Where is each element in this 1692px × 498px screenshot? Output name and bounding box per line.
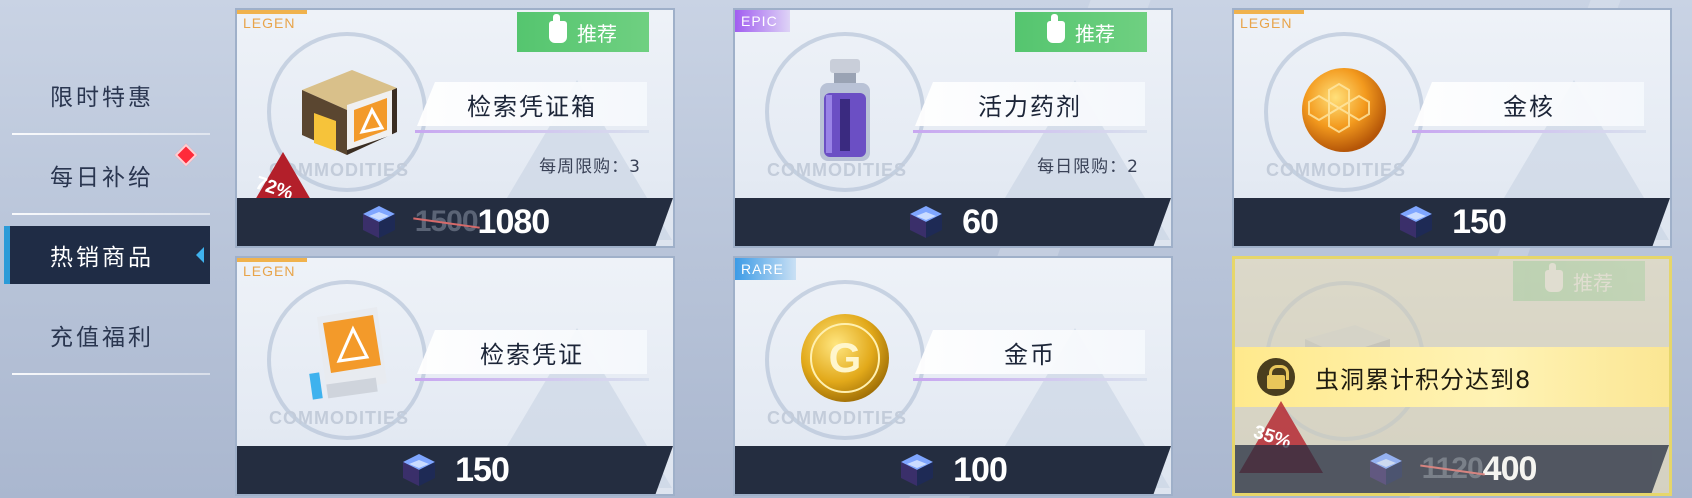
sidebar-item-daily-supply[interactable]: 每日补给 — [0, 135, 210, 215]
price: 150 — [1452, 202, 1507, 241]
buy-button[interactable]: 1120 400 — [1235, 445, 1669, 493]
potion-vial-icon — [785, 50, 905, 170]
search-voucher-icon — [287, 298, 407, 418]
gold-coin-icon: G — [785, 298, 905, 418]
recommend-tag: 推荐 — [517, 12, 649, 52]
buy-button[interactable]: 100 — [735, 446, 1171, 494]
item-name: 金币 — [915, 330, 1145, 374]
commodities-watermark: COMMODITIES — [767, 408, 907, 428]
sidebar-item-label: 限时特惠 — [50, 85, 154, 111]
name-underline — [415, 378, 649, 381]
active-indicator-icon — [196, 247, 204, 263]
lock-requirement-text: 虫洞累计积分达到8 — [1315, 365, 1532, 394]
buy-button[interactable]: 150 — [1234, 198, 1670, 246]
commodities-watermark: COMMODITIES — [1266, 160, 1406, 180]
crystal-cube-icon — [910, 206, 943, 238]
price: 60 — [962, 202, 999, 241]
recommend-label: 推荐 — [1075, 21, 1115, 46]
sidebar-item-hot-items[interactable]: 热销商品 — [4, 226, 210, 284]
sidebar-item-limited-offer[interactable]: 限时特惠 — [0, 55, 210, 135]
sidebar-item-label: 每日补给 — [50, 165, 154, 191]
thumbs-up-icon — [549, 14, 567, 43]
crystal-cube-icon — [403, 454, 436, 486]
original-price: 1120 — [1421, 452, 1484, 485]
svg-text:G: G — [829, 334, 862, 381]
golden-core-icon — [1284, 50, 1404, 170]
recommend-tag: 推荐 — [1015, 12, 1147, 52]
recommend-label: 推荐 — [577, 21, 617, 46]
sidebar: 限时特惠 每日补给 热销商品 充值福利 — [0, 55, 210, 375]
purchase-limit: 每周限购：3 — [539, 157, 641, 177]
sidebar-item-recharge-bonus[interactable]: 充值福利 — [0, 295, 210, 375]
shop-card-search-voucher[interactable]: LEGEN 检索凭证 COMMODITIES 150 — [235, 256, 675, 496]
buy-button[interactable]: 1500 1080 — [237, 198, 673, 246]
shop-card-vitality-potion[interactable]: EPIC 推荐 活力药剂 每日限购：2 COMMODITIES 60 — [733, 8, 1173, 248]
divider — [12, 213, 210, 215]
name-underline — [1412, 130, 1646, 133]
crystal-cube-icon — [901, 454, 934, 486]
sidebar-item-label: 热销商品 — [50, 245, 154, 271]
lock-icon — [1257, 358, 1295, 396]
rarity-badge: LEGEN — [1234, 10, 1305, 32]
item-name: 检索凭证 — [417, 330, 647, 374]
shop-card-gold-coin[interactable]: RARE G 金币 COMMODITIES 100 — [733, 256, 1173, 496]
item-name: 活力药剂 — [915, 82, 1145, 126]
shop-card-locked[interactable]: 推荐 虫洞累计积分达到8 35% 1120 400 — [1232, 256, 1672, 496]
rarity-badge: LEGEN — [237, 258, 308, 280]
commodities-watermark: COMMODITIES — [269, 408, 409, 428]
rarity-badge: LEGEN — [237, 10, 308, 32]
name-underline — [913, 130, 1147, 133]
original-price: 1500 — [414, 205, 479, 238]
price: 150 — [455, 450, 510, 489]
divider — [12, 373, 210, 375]
buy-button[interactable]: 150 — [237, 446, 673, 494]
sidebar-item-label: 充值福利 — [50, 325, 154, 351]
buy-button[interactable]: 60 — [735, 198, 1171, 246]
item-name: 金核 — [1414, 82, 1644, 126]
crystal-cube-icon — [362, 206, 395, 238]
name-underline — [913, 378, 1147, 381]
shop-card-search-voucher-box[interactable]: LEGEN 推荐 检索凭证箱 每周限购：3 COMMODITIES 72% 15… — [235, 8, 675, 248]
price: 400 — [1482, 449, 1538, 488]
commodities-watermark: COMMODITIES — [767, 160, 907, 180]
name-underline — [415, 130, 649, 133]
price: 1080 — [477, 202, 551, 241]
shop-card-golden-core[interactable]: LEGEN 金核 COMMODITIES 150 — [1232, 8, 1672, 248]
thumbs-up-icon — [1047, 14, 1065, 43]
purchase-limit: 每日限购：2 — [1037, 157, 1139, 177]
crystal-cube-icon — [1369, 453, 1402, 485]
rarity-badge: EPIC — [735, 10, 790, 32]
notification-dot-icon — [174, 143, 198, 167]
crystal-cube-icon — [1400, 206, 1433, 238]
rarity-badge: RARE — [735, 258, 796, 280]
price: 100 — [953, 450, 1008, 489]
item-name: 检索凭证箱 — [417, 82, 647, 126]
lock-requirement-banner: 虫洞累计积分达到8 — [1235, 347, 1669, 407]
